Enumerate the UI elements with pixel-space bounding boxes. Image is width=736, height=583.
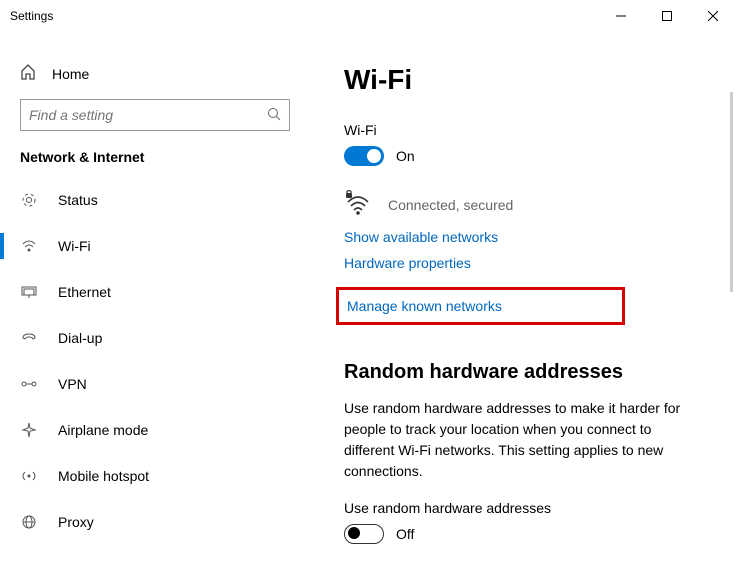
search-field[interactable] xyxy=(29,107,267,123)
ethernet-icon xyxy=(20,286,38,298)
page-heading: Wi-Fi xyxy=(344,64,716,96)
show-networks-link[interactable]: Show available networks xyxy=(344,229,716,245)
vpn-icon xyxy=(20,379,38,389)
random-addresses-toggle[interactable] xyxy=(344,524,384,544)
close-button[interactable] xyxy=(690,0,736,32)
sidebar-item-dialup[interactable]: Dial-up xyxy=(0,315,310,361)
status-icon xyxy=(20,192,38,208)
sidebar-item-label: Ethernet xyxy=(58,284,111,300)
scrollbar[interactable] xyxy=(724,32,736,583)
sidebar-item-label: Status xyxy=(58,192,98,208)
window-title: Settings xyxy=(10,9,53,23)
sidebar-item-airplane[interactable]: Airplane mode xyxy=(0,407,310,453)
sidebar-item-vpn[interactable]: VPN xyxy=(0,361,310,407)
dialup-icon xyxy=(20,332,38,344)
wifi-toggle-state: On xyxy=(396,148,415,164)
category-header: Network & Internet xyxy=(0,149,310,177)
secured-wifi-icon xyxy=(344,190,372,219)
airplane-icon xyxy=(20,422,38,438)
random-addresses-body: Use random hardware addresses to make it… xyxy=(344,398,704,482)
minimize-button[interactable] xyxy=(598,0,644,32)
sidebar-item-label: Dial-up xyxy=(58,330,102,346)
sidebar-item-label: Airplane mode xyxy=(58,422,148,438)
home-label: Home xyxy=(52,66,89,82)
random-addresses-label: Use random hardware addresses xyxy=(344,500,716,516)
sidebar-item-ethernet[interactable]: Ethernet xyxy=(0,269,310,315)
home-button[interactable]: Home xyxy=(0,56,310,91)
hotspot-icon xyxy=(20,468,38,484)
sidebar-item-wifi[interactable]: Wi-Fi xyxy=(0,223,310,269)
search-input[interactable] xyxy=(20,99,290,131)
sidebar-item-label: Proxy xyxy=(58,514,94,530)
sidebar-item-status[interactable]: Status xyxy=(0,177,310,223)
maximize-button[interactable] xyxy=(644,0,690,32)
wifi-icon xyxy=(20,238,38,254)
scrollbar-thumb[interactable] xyxy=(730,92,733,292)
search-icon xyxy=(267,107,281,124)
random-addresses-heading: Random hardware addresses xyxy=(344,361,716,384)
wifi-toggle[interactable] xyxy=(344,146,384,166)
sidebar-item-label: VPN xyxy=(58,376,87,392)
content-pane: Wi-Fi Wi-Fi On Connected, secured Show a… xyxy=(310,32,736,583)
manage-known-networks-link[interactable]: Manage known networks xyxy=(347,298,502,314)
home-icon xyxy=(20,64,36,83)
random-toggle-state: Off xyxy=(396,526,414,542)
sidebar: Home Network & Internet Status Wi-Fi Eth… xyxy=(0,32,310,583)
connection-status: Connected, secured xyxy=(388,197,513,213)
proxy-icon xyxy=(20,514,38,530)
sidebar-item-label: Wi-Fi xyxy=(58,238,91,254)
sidebar-item-proxy[interactable]: Proxy xyxy=(0,499,310,545)
sidebar-item-label: Mobile hotspot xyxy=(58,468,149,484)
highlight-annotation: Manage known networks xyxy=(336,287,625,325)
window-controls xyxy=(598,0,736,32)
hardware-properties-link[interactable]: Hardware properties xyxy=(344,255,716,271)
wifi-section-label: Wi-Fi xyxy=(344,122,716,138)
sidebar-item-hotspot[interactable]: Mobile hotspot xyxy=(0,453,310,499)
